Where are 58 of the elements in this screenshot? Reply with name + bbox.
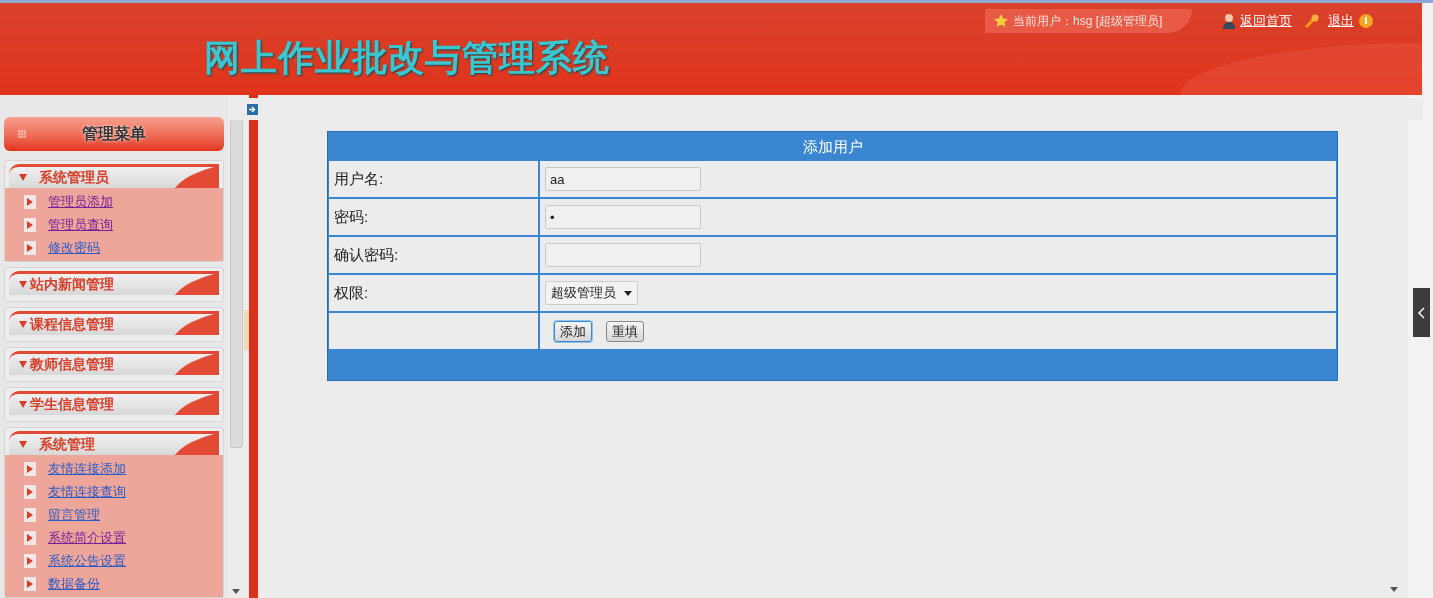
menu-group-header[interactable]: 系统管理 xyxy=(9,431,219,455)
field-label: 确认密码: xyxy=(334,244,399,265)
input-field[interactable]: • xyxy=(545,205,701,229)
menu-link[interactable]: 系统公告设置 xyxy=(48,550,126,571)
field-label: 用户名: xyxy=(334,168,384,189)
menu-link[interactable]: 留言管理 xyxy=(48,504,100,525)
bullet-icon xyxy=(27,243,33,252)
dropdown-caret-icon xyxy=(624,290,632,296)
menu-link[interactable]: 修改密码 xyxy=(48,237,100,258)
permission-dropdown[interactable]: 超级管理员 xyxy=(545,281,638,305)
menu-link[interactable]: 管理员添加 xyxy=(48,191,113,212)
menu-group-header[interactable]: 站内新闻管理 xyxy=(9,271,219,295)
field-label: 权限: xyxy=(334,282,369,303)
current-user-text: 当前用户：hsg [超级管理员] xyxy=(1013,13,1163,30)
menu-group-header[interactable]: 课程信息管理 xyxy=(9,311,219,335)
menu-group-header[interactable]: 教师信息管理 xyxy=(9,351,219,375)
caret-icon xyxy=(19,174,27,181)
bullet-icon xyxy=(27,533,33,542)
collapse-handle[interactable] xyxy=(244,310,249,350)
menu-group-header[interactable]: 系统管理员 xyxy=(9,164,219,188)
menu-link[interactable]: 系统简介设置 xyxy=(48,527,126,548)
scroll-down-arrow[interactable] xyxy=(232,589,240,594)
form-button[interactable]: 重填 xyxy=(606,320,644,342)
caret-icon xyxy=(19,401,27,408)
bullet-icon xyxy=(27,464,33,473)
bullet-icon xyxy=(27,510,33,519)
logout-link[interactable]: 退出 xyxy=(1328,11,1354,31)
input-field[interactable] xyxy=(545,243,701,267)
bullet-icon xyxy=(27,579,33,588)
form-button[interactable]: 添加 xyxy=(554,320,592,342)
bullet-icon xyxy=(27,220,33,229)
caret-icon xyxy=(19,321,27,328)
chevron-left-icon xyxy=(1417,306,1426,319)
bullet-icon xyxy=(27,197,33,206)
scrollbar-thumb[interactable] xyxy=(230,119,243,448)
side-tab[interactable] xyxy=(1413,288,1430,337)
caret-icon xyxy=(19,361,27,368)
menu-group-header[interactable]: 学生信息管理 xyxy=(9,391,219,415)
menu-link[interactable]: 管理员查询 xyxy=(48,214,113,235)
user-icon xyxy=(1222,12,1236,29)
home-link[interactable]: 返回首页 xyxy=(1240,11,1292,31)
star-icon xyxy=(993,13,1009,29)
info-icon xyxy=(1358,12,1374,29)
expand-arrow-icon[interactable] xyxy=(247,104,258,115)
caret-icon xyxy=(19,281,27,288)
bullet-icon xyxy=(27,556,33,565)
scroll-down-arrow[interactable] xyxy=(1390,587,1398,592)
menu-title: 管理菜单 xyxy=(82,124,146,144)
grid-icon xyxy=(18,130,26,138)
system-title: 网上作业批改与管理系统 xyxy=(204,36,610,80)
menu-link[interactable]: 数据备份 xyxy=(48,573,100,594)
menu-link[interactable]: 友情连接添加 xyxy=(48,458,126,479)
menu-link[interactable]: 友情连接查询 xyxy=(48,481,126,502)
caret-icon xyxy=(19,441,27,448)
form-title: 添加用户 xyxy=(801,137,864,157)
input-field[interactable]: aa xyxy=(545,167,701,191)
field-label: 密码: xyxy=(334,206,369,227)
bullet-icon xyxy=(27,487,33,496)
